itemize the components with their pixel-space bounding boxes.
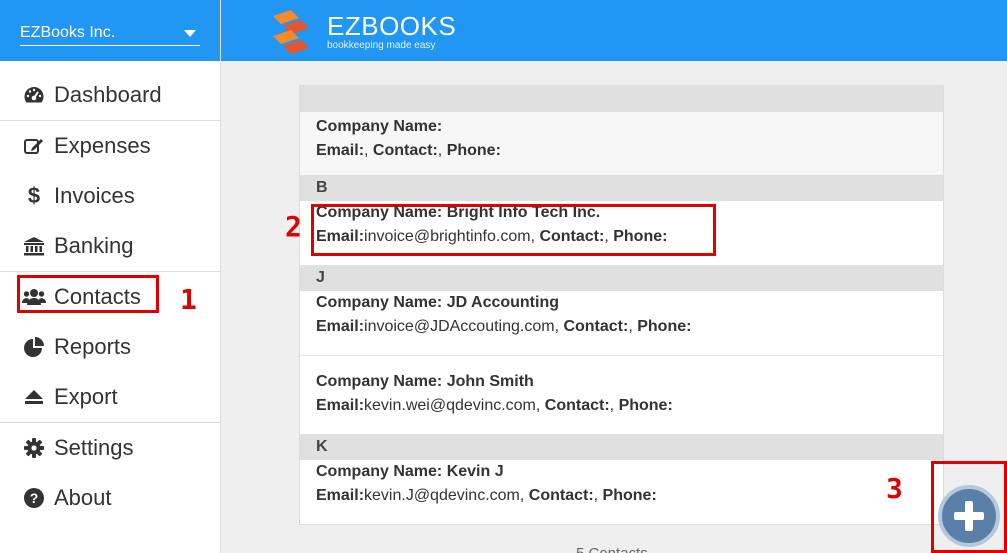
divider bbox=[0, 120, 220, 121]
separator: , bbox=[628, 318, 638, 335]
email-label: Email: bbox=[316, 142, 365, 159]
section-header-j: J bbox=[300, 265, 943, 291]
sidebar-item-about[interactable]: ? About bbox=[0, 478, 220, 518]
email-label: Email: bbox=[316, 318, 365, 335]
sidebar-item-label: Settings bbox=[54, 435, 134, 460]
logo-tagline: bookkeeping made easy bbox=[327, 40, 436, 51]
separator: , bbox=[364, 142, 373, 159]
sidebar-item-settings[interactable]: Settings bbox=[0, 428, 220, 468]
annotation-number-3: 3 bbox=[886, 472, 903, 505]
annotation-box-2 bbox=[311, 204, 716, 256]
divider bbox=[0, 271, 220, 272]
sidebar-item-reports[interactable]: Reports bbox=[0, 327, 220, 367]
contact-label: Contact: bbox=[528, 487, 594, 504]
question-icon: ? bbox=[22, 486, 46, 510]
annotation-number-1: 1 bbox=[180, 283, 197, 316]
company-name-value: Kevin J bbox=[446, 463, 504, 480]
phone-label: Phone: bbox=[602, 487, 657, 504]
list-item[interactable]: Company Name: Kevin J Email:kevin.J@qdev… bbox=[300, 460, 943, 523]
sidebar-item-label: Dashboard bbox=[54, 82, 162, 107]
email-label: Email: bbox=[316, 487, 365, 504]
annotation-number-2: 2 bbox=[285, 210, 302, 243]
ezbooks-logo-icon bbox=[269, 8, 315, 54]
contact-label: Contact: bbox=[563, 318, 629, 335]
contact-label: Contact: bbox=[544, 397, 610, 414]
contact-count: 5 Contacts bbox=[576, 545, 648, 553]
company-name-label: Company Name: bbox=[316, 373, 443, 390]
list-header-bar bbox=[300, 86, 943, 112]
sidebar-item-label: Invoices bbox=[54, 183, 135, 208]
bank-icon bbox=[22, 234, 46, 258]
app-header: EZBOOKS bookkeeping made easy bbox=[221, 0, 1007, 61]
company-select[interactable]: EZBooks Inc. bbox=[20, 22, 200, 46]
phone-label: Phone: bbox=[446, 142, 501, 159]
separator: , bbox=[535, 397, 545, 414]
company-name-value: John Smith bbox=[446, 373, 534, 390]
sidebar-item-label: Expenses bbox=[54, 133, 151, 158]
email-value: kevin.J@qdevinc.com bbox=[364, 487, 520, 504]
company-name-label: Company Name: bbox=[316, 463, 443, 480]
add-contact-button[interactable] bbox=[938, 485, 1000, 547]
phone-label: Phone: bbox=[637, 318, 692, 335]
svg-text:?: ? bbox=[30, 490, 39, 506]
dashboard-icon bbox=[22, 83, 46, 107]
company-bar: EZBooks Inc. bbox=[0, 0, 220, 61]
email-value: invoice@JDAccouting.com bbox=[364, 318, 555, 335]
email-value: kevin.wei@qdevinc.com bbox=[364, 397, 536, 414]
list-item[interactable]: Company Name: John Smith Email:kevin.wei… bbox=[300, 370, 943, 433]
eject-icon bbox=[22, 385, 46, 409]
company-name-label: Company Name: bbox=[316, 294, 443, 311]
sidebar-item-label: About bbox=[54, 485, 112, 510]
app-window: EZBooks Inc. Dashboard Expenses $ Invoic… bbox=[0, 0, 1007, 553]
logo-text: EZBOOKS bbox=[327, 11, 457, 41]
annotation-box-1 bbox=[17, 275, 159, 313]
dollar-icon: $ bbox=[27, 183, 41, 208]
contact-label: Contact: bbox=[372, 142, 438, 159]
sidebar-item-label: Reports bbox=[54, 334, 132, 359]
separator: , bbox=[593, 487, 603, 504]
list-item[interactable]: Company Name: JD Accounting Email:invoic… bbox=[300, 291, 943, 354]
email-label: Email: bbox=[316, 397, 365, 414]
divider bbox=[0, 422, 220, 423]
edit-icon bbox=[22, 134, 46, 158]
section-header-b: B bbox=[300, 175, 943, 201]
gear-icon bbox=[22, 436, 46, 460]
plus-icon bbox=[954, 501, 984, 531]
phone-label: Phone: bbox=[618, 397, 673, 414]
pie-chart-icon bbox=[22, 335, 46, 359]
company-select-label: EZBooks Inc. bbox=[20, 24, 116, 41]
sidebar-item-banking[interactable]: Banking bbox=[0, 226, 220, 266]
chevron-down-icon bbox=[184, 30, 196, 37]
sidebar-item-label: Banking bbox=[54, 233, 134, 258]
section-header-k: K bbox=[300, 434, 943, 460]
sidebar-item-export[interactable]: Export bbox=[0, 377, 220, 417]
sidebar-item-invoices[interactable]: $ Invoices bbox=[0, 176, 220, 216]
sidebar-item-dashboard[interactable]: Dashboard bbox=[0, 75, 220, 115]
contact-list: Company Name: Email:, Contact:, Phone: B… bbox=[299, 85, 944, 525]
separator: , bbox=[609, 397, 619, 414]
company-name-label: Company Name: bbox=[316, 118, 443, 135]
separator: , bbox=[437, 142, 447, 159]
separator: , bbox=[519, 487, 529, 504]
company-name-value: JD Accounting bbox=[446, 294, 559, 311]
sidebar-item-expenses[interactable]: Expenses bbox=[0, 126, 220, 166]
list-item[interactable]: Company Name: Email:, Contact:, Phone: bbox=[300, 112, 943, 175]
row-divider bbox=[300, 355, 943, 356]
sidebar-item-label: Export bbox=[54, 384, 118, 409]
